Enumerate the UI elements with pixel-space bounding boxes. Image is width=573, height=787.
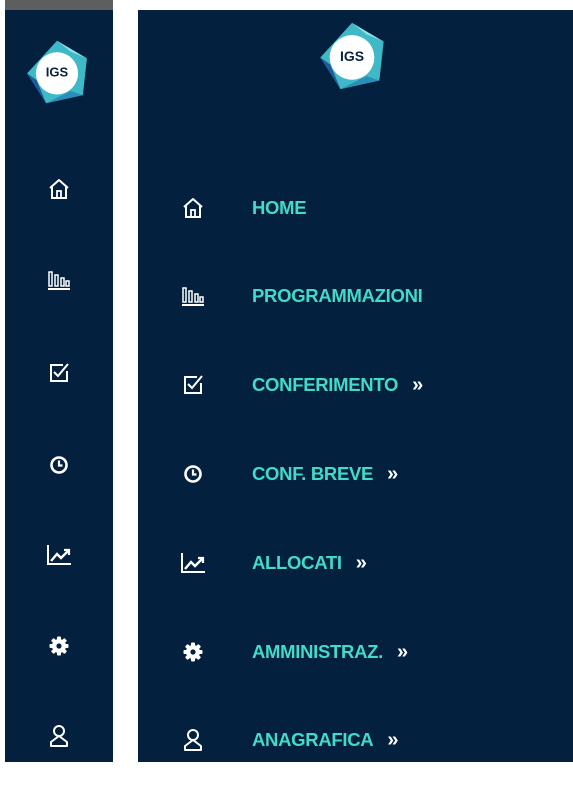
- menu-item-allocati[interactable]: ALLOCATI »: [178, 547, 558, 579]
- menu-item-conf-breve[interactable]: CONF. BREVE »: [178, 458, 558, 490]
- rail-home[interactable]: [42, 175, 76, 203]
- checkbox-icon: [50, 363, 69, 382]
- gear-icon: [178, 638, 208, 666]
- menu-item-label: PROGRAMMAZIONI: [252, 285, 423, 306]
- expand-arrow-icon[interactable]: »: [412, 375, 423, 395]
- rail-programmazioni[interactable]: [42, 266, 76, 294]
- bar-chart-icon: [48, 271, 70, 290]
- menu-item-conferimento[interactable]: CONFERIMENTO »: [178, 369, 558, 401]
- menu-item-label: CONF. BREVE: [252, 463, 374, 484]
- home-icon: [49, 179, 69, 199]
- logo-text: IGS: [45, 64, 69, 80]
- igs-logo[interactable]: IGS: [23, 38, 91, 106]
- gear-icon: [49, 636, 69, 656]
- menu-item-label: AMMINISTRAZ.: [252, 641, 384, 662]
- menu-item-label: CONFERIMENTO: [252, 374, 399, 395]
- menu-item-anagrafica[interactable]: ANAGRAFICA »: [178, 724, 558, 756]
- home-icon: [178, 194, 208, 222]
- clock-icon: [50, 456, 68, 474]
- line-chart-icon: [47, 545, 71, 565]
- rail-conf-breve[interactable]: [42, 451, 76, 479]
- menu-item-label: ANAGRAFICA: [252, 729, 374, 750]
- bar-chart-icon: [178, 282, 208, 310]
- menu-item-home[interactable]: HOME: [178, 192, 558, 224]
- line-chart-icon: [178, 549, 208, 577]
- rail-allocati[interactable]: [42, 541, 76, 569]
- expand-arrow-icon[interactable]: »: [356, 553, 367, 573]
- rail-amministrazione[interactable]: [42, 632, 76, 660]
- menu-item-label: HOME: [252, 197, 307, 218]
- expand-arrow-icon[interactable]: »: [387, 730, 398, 750]
- checkbox-icon: [178, 371, 208, 399]
- clock-icon: [178, 460, 208, 488]
- igs-logo[interactable]: IGS: [316, 20, 388, 92]
- expand-arrow-icon[interactable]: »: [397, 642, 408, 662]
- menu-item-amministrazione[interactable]: AMMINISTRAZ. »: [178, 636, 558, 668]
- expand-arrow-icon[interactable]: »: [387, 464, 398, 484]
- menu-item-programmazioni[interactable]: PROGRAMMAZIONI: [178, 280, 558, 312]
- user-icon: [50, 725, 68, 747]
- rail-anagrafica[interactable]: [42, 722, 76, 750]
- user-icon: [178, 726, 208, 754]
- logo-text: IGS: [339, 48, 365, 64]
- rail-conferimento[interactable]: [42, 359, 76, 387]
- collapsed-sidebar: IGS: [5, 10, 113, 762]
- window-top-strip: [5, 0, 113, 10]
- expanded-sidebar: IGS HOME PROGRAMMAZIONI CONFERIMENTO » C…: [138, 10, 573, 762]
- menu-item-label: ALLOCATI: [252, 552, 342, 573]
